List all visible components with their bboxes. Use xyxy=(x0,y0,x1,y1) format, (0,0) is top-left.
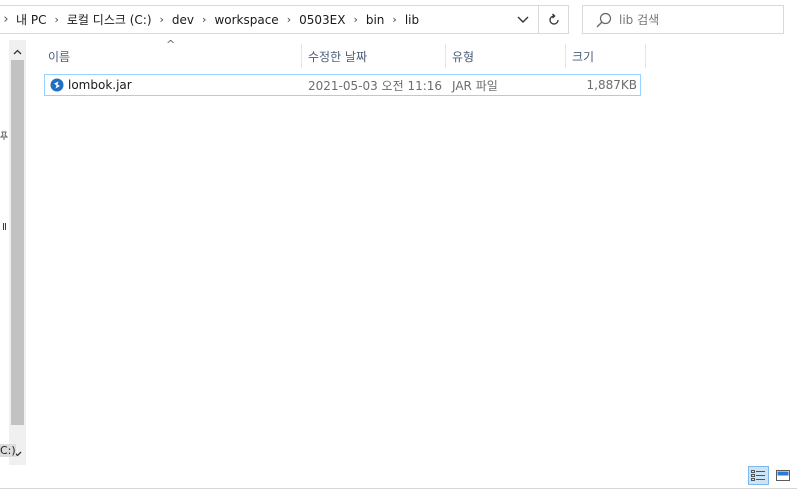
details-view-icon xyxy=(751,470,765,481)
column-divider[interactable] xyxy=(445,44,446,68)
search-input[interactable]: lib 검색 xyxy=(582,5,784,34)
file-type: JAR 파일 xyxy=(452,78,498,93)
column-header-size[interactable]: 크기 xyxy=(568,42,644,70)
chevron-right-icon[interactable]: › xyxy=(50,13,62,26)
column-header-date-label: 수정한 날짜 xyxy=(308,49,368,64)
large-icons-view-button[interactable] xyxy=(772,466,793,485)
column-divider[interactable] xyxy=(565,44,566,68)
chevron-right-icon[interactable]: › xyxy=(349,13,361,26)
file-modified-date: 2021-05-03 오전 11:16 xyxy=(308,78,443,93)
address-row: › 내 PC › 로컬 디스크 (C:) › dev › workspace ›… xyxy=(0,0,797,40)
breadcrumb-dev[interactable]: dev xyxy=(168,13,198,27)
file-name: lombok.jar xyxy=(68,78,132,92)
chevron-right-icon[interactable]: › xyxy=(156,13,168,26)
breadcrumb-bin[interactable]: bin xyxy=(362,13,389,27)
navigation-pane[interactable]: Ⅱ C:) xyxy=(0,40,28,465)
scroll-up-button[interactable] xyxy=(9,43,26,61)
column-divider[interactable] xyxy=(645,44,646,68)
column-header-name-label: 이름 xyxy=(48,49,71,64)
breadcrumb-workspace[interactable]: workspace xyxy=(210,13,282,27)
column-header-type[interactable]: 유형 xyxy=(448,42,565,70)
refresh-icon xyxy=(549,13,559,25)
status-bar xyxy=(0,465,797,489)
search-icon xyxy=(596,12,612,27)
large-icons-view-icon xyxy=(775,470,790,481)
scroll-up-icon xyxy=(13,49,22,55)
pin-icon[interactable] xyxy=(0,131,9,144)
file-row[interactable]: lombok.jar 2021-05-03 오전 11:16 JAR 파일 1,… xyxy=(44,74,641,96)
column-header-size-label: 크기 xyxy=(572,49,595,64)
address-bar[interactable]: › 내 PC › 로컬 디스크 (C:) › dev › workspace ›… xyxy=(0,5,569,34)
chevron-right-icon[interactable]: › xyxy=(198,13,210,26)
breadcrumb-lib[interactable]: lib xyxy=(401,13,423,27)
refresh-button[interactable] xyxy=(538,5,569,34)
breadcrumb-expand-icon[interactable]: › xyxy=(0,12,12,27)
breadcrumb-my-pc[interactable]: 내 PC xyxy=(12,11,50,28)
details-view-button[interactable] xyxy=(748,466,769,485)
breadcrumb-local-disk[interactable]: 로컬 디스크 (C:) xyxy=(63,11,156,28)
column-header-name[interactable]: 이름 xyxy=(44,42,301,70)
nav-item-partial[interactable]: Ⅱ xyxy=(2,222,7,233)
nav-scrollbar-thumb[interactable] xyxy=(11,60,24,425)
address-history-button[interactable] xyxy=(508,6,538,33)
chevron-right-icon[interactable]: › xyxy=(388,13,400,26)
column-header-date[interactable]: 수정한 날짜 xyxy=(304,42,445,70)
chevron-right-icon[interactable]: › xyxy=(283,13,295,26)
file-size: 1,887KB xyxy=(586,78,637,92)
search-placeholder: lib 검색 xyxy=(619,13,660,27)
column-header-type-label: 유형 xyxy=(452,49,475,64)
column-divider[interactable] xyxy=(301,44,302,68)
jar-file-icon xyxy=(50,78,64,92)
breadcrumb-0503ex[interactable]: 0503EX xyxy=(295,13,349,27)
nav-item-local-disk-partial[interactable]: C:) xyxy=(0,444,16,457)
chevron-down-icon xyxy=(517,16,529,23)
